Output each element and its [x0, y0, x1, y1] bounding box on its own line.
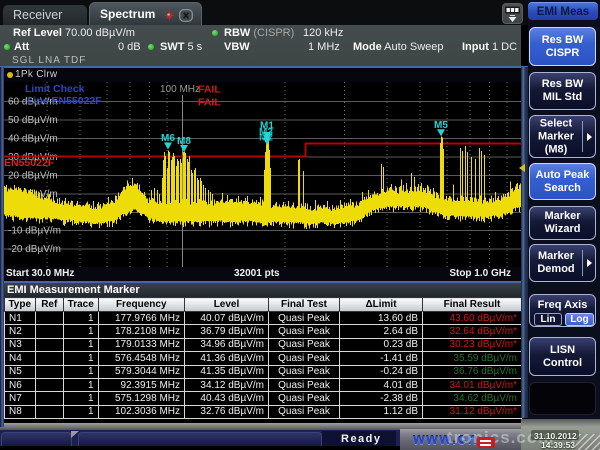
svg-text:M8: M8 [177, 136, 191, 147]
svg-text:50 dBµV/m: 50 dBµV/m [8, 115, 58, 126]
svg-text:-10 dBµV/m: -10 dBµV/m [8, 226, 61, 237]
svg-text:Line EN55022F: Line EN55022F [27, 95, 102, 107]
svg-text:100 MHz: 100 MHz [160, 84, 200, 95]
svg-text:20 dBµV/m: 20 dBµV/m [8, 170, 58, 181]
svg-text:Limit Check: Limit Check [25, 83, 85, 95]
svg-text:EN55022F: EN55022F [4, 157, 55, 169]
svg-text:-20 dBµV/m: -20 dBµV/m [8, 244, 61, 255]
svg-text:M5: M5 [434, 120, 448, 131]
svg-text:FAIL: FAIL [198, 84, 221, 96]
svg-text:40 dBµV/m: 40 dBµV/m [8, 133, 58, 144]
svg-text:M2: M2 [259, 133, 273, 144]
svg-text:FAIL: FAIL [198, 97, 221, 109]
svg-text:M6: M6 [161, 133, 175, 144]
